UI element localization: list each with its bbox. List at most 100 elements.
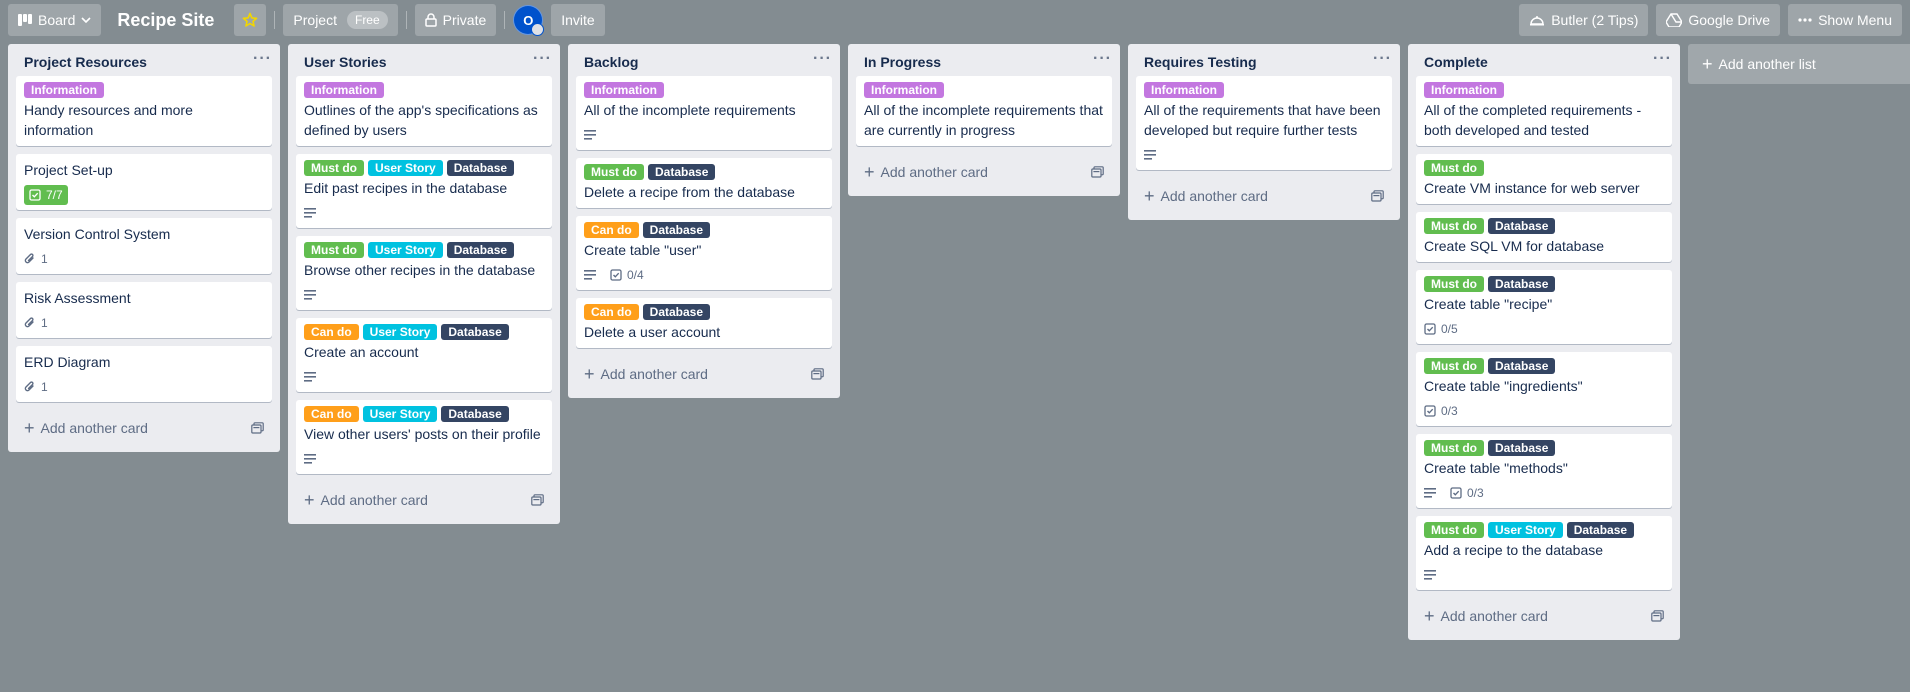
list-title[interactable]: User Stories [304,54,386,70]
label-can-do[interactable]: Can do [584,304,639,320]
list-menu-icon[interactable]: ··· [533,51,552,70]
label-must-do[interactable]: Must do [1424,218,1484,234]
label-database[interactable]: Database [648,164,716,180]
card-template-icon[interactable] [531,494,544,506]
label-user-story[interactable]: User Story [362,324,438,340]
list-menu-icon[interactable]: ··· [1653,51,1672,70]
invite-button[interactable]: Invite [551,4,605,36]
card[interactable]: Must do Database Create SQL VM for databas… [1416,212,1672,262]
card[interactable]: Information All of the incomplete require… [856,76,1112,146]
list-menu-icon[interactable]: ··· [813,51,832,70]
add-card-button[interactable]: + Add another card [864,163,988,181]
label-database[interactable]: Database [1488,358,1556,374]
butler-button[interactable]: Butler (2 Tips) [1519,4,1649,36]
card[interactable]: Must do User Story Database Browse other re… [296,236,552,310]
google-drive-button[interactable]: Google Drive [1656,4,1781,36]
card[interactable]: Information Handy resources and more info… [16,76,272,146]
label-can-do[interactable]: Can do [584,222,639,238]
card-title: Create table "user" [584,242,702,258]
list-title[interactable]: In Progress [864,54,941,70]
card-template-icon[interactable] [1371,190,1384,202]
label-information[interactable]: Information [304,82,384,98]
star-button[interactable] [234,4,267,36]
label-database[interactable]: Database [1488,440,1556,456]
card[interactable]: Can do Database Create table "user" 0/4 [576,216,832,290]
label-user-story[interactable]: User Story [368,160,443,176]
add-card-button[interactable]: + Add another card [304,491,428,509]
attachment-icon [24,381,36,393]
card[interactable]: Risk Assessment 1 [16,282,272,338]
label-user-story[interactable]: User Story [362,406,438,422]
card[interactable]: Can do User Story Database View other users… [296,400,552,474]
card[interactable]: Can do User Story Database Create an accoun… [296,318,552,392]
label-must-do[interactable]: Must do [304,160,364,176]
label-database[interactable]: Database [1488,276,1556,292]
label-database[interactable]: Database [642,222,711,238]
label-user-story[interactable]: User Story [368,242,443,258]
label-database[interactable]: Database [1566,522,1635,538]
card[interactable]: Information Outlines of the app's specifi… [296,76,552,146]
label-must-do[interactable]: Must do [584,164,644,180]
list-menu-icon[interactable]: ··· [1093,51,1112,70]
card[interactable]: Must do Database Delete a recipe from the … [576,158,832,208]
card-template-icon[interactable] [1091,166,1104,178]
more-icon [1798,18,1812,22]
list-title[interactable]: Project Resources [24,54,147,70]
label-user-story[interactable]: User Story [1488,522,1563,538]
list-menu-icon[interactable]: ··· [253,51,272,70]
card[interactable]: Information All of the requirements that … [1136,76,1392,170]
card[interactable]: Project Set-up 7/7 [16,154,272,210]
card[interactable]: Can do Database Delete a user account [576,298,832,348]
card[interactable]: Version Control System 1 [16,218,272,274]
label-database[interactable]: Database [441,324,509,340]
label-information[interactable]: Information [584,82,664,98]
label-can-do[interactable]: Can do [304,324,359,340]
list-title[interactable]: Complete [1424,54,1488,70]
label-database[interactable]: Database [441,406,509,422]
show-menu-button[interactable]: Show Menu [1788,4,1902,36]
avatar[interactable]: O [513,5,545,36]
label-can-do[interactable]: Can do [304,406,359,422]
card[interactable]: Must do Database Create table "methods" 0/3 [1416,434,1672,508]
add-list-button[interactable]: + Add another list [1688,44,1910,84]
label-must-do[interactable]: Must do [304,242,364,258]
label-information[interactable]: Information [1144,82,1224,98]
label-must-do[interactable]: Must do [1424,358,1484,374]
label-information[interactable]: Information [864,82,944,98]
card-template-icon[interactable] [251,422,264,434]
add-card-button[interactable]: + Add another card [1144,187,1268,205]
list-title[interactable]: Requires Testing [1144,54,1257,70]
project-button[interactable]: Project Free [283,4,398,36]
card[interactable]: ERD Diagram 1 [16,346,272,402]
visibility-button[interactable]: Private [414,4,497,36]
label-database[interactable]: Database [446,242,515,258]
card-title: Create table "methods" [1424,460,1568,476]
card[interactable]: Must do Database Create table "recipe" 0/5 [1416,270,1672,344]
card[interactable]: Must do User Story Database Edit past recip… [296,154,552,228]
add-card-button[interactable]: + Add another card [24,419,148,437]
label-must-do[interactable]: Must do [1424,160,1484,176]
card-template-icon[interactable] [1651,610,1664,622]
list-menu-icon[interactable]: ··· [1373,51,1392,70]
card[interactable]: Must do User Story Database Add a recipe to… [1416,516,1672,590]
checklist-badge: 0/4 [610,268,644,282]
add-card-button[interactable]: + Add another card [584,365,708,383]
card-template-icon[interactable] [811,368,824,380]
label-information[interactable]: Information [24,82,104,98]
label-information[interactable]: Information [1424,82,1504,98]
card[interactable]: Information All of the incomplete require… [576,76,832,150]
label-must-do[interactable]: Must do [1424,522,1484,538]
label-database[interactable]: Database [446,160,515,176]
label-must-do[interactable]: Must do [1424,440,1484,456]
list-title[interactable]: Backlog [584,54,638,70]
label-database[interactable]: Database [642,304,711,320]
board-title[interactable]: Recipe Site [109,10,226,31]
card[interactable]: Must do Database Create table "ingredients… [1416,352,1672,426]
label-database[interactable]: Database [1488,218,1556,234]
add-card-button[interactable]: + Add another card [1424,607,1548,625]
label-must-do[interactable]: Must do [1424,276,1484,292]
card[interactable]: Must do Create VM instance for web server [1416,154,1672,204]
attachment-badge: 1 [24,316,48,330]
card[interactable]: Information All of the completed requirem… [1416,76,1672,146]
board-switcher-button[interactable]: Board [8,4,102,36]
